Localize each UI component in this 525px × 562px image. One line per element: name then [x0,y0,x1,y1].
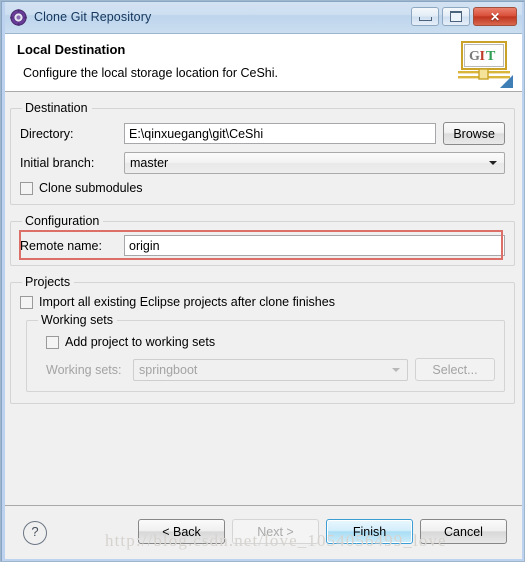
page-description: Configure the local storage location for… [23,66,279,80]
title-bar: Clone Git Repository ✕ [1,1,524,34]
working-sets-label: Working sets: [46,362,122,377]
working-sets-value: springboot [139,362,198,377]
add-project-row[interactable]: Add project to working sets [46,335,495,349]
minimize-button[interactable] [411,7,439,26]
finish-button[interactable]: Finish [326,519,413,544]
projects-group: Projects Import all existing Eclipse pro… [10,275,515,404]
clone-submodules-checkbox[interactable] [20,181,33,195]
import-all-label: Import all existing Eclipse projects aft… [39,295,335,309]
destination-group: Destination Directory: Browse Initial br… [10,101,515,205]
initial-branch-combo[interactable]: master [124,152,505,174]
add-project-label: Add project to working sets [65,335,216,349]
working-sets-row: Working sets: springboot Select... [46,358,495,381]
remote-name-row: Remote name: [20,235,505,256]
import-all-row[interactable]: Import all existing Eclipse projects aft… [20,295,505,309]
working-sets-combo: springboot [133,358,408,381]
svg-text:G: G [469,49,480,64]
window-title: Clone Git Repository [34,10,152,24]
clone-submodules-label: Clone submodules [39,181,143,195]
initial-branch-row: Initial branch: master [20,152,505,174]
initial-branch-value: master [130,156,169,170]
cancel-button[interactable]: Cancel [420,519,507,544]
clone-git-repository-dialog: Clone Git Repository ✕ Local Destination… [0,0,525,562]
wizard-header: Local Destination Configure the local st… [1,34,524,92]
working-sets-legend: Working sets [41,313,114,327]
destination-legend: Destination [25,101,88,115]
svg-text:T: T [486,49,496,64]
chevron-down-icon [392,367,400,372]
maximize-button[interactable] [442,7,470,26]
git-repository-icon [10,8,27,26]
select-working-sets-button: Select... [415,358,495,381]
close-icon: ✕ [489,9,501,24]
next-button: Next > [232,519,319,544]
wizard-body: Destination Directory: Browse Initial br… [1,92,524,505]
directory-row: Directory: Browse [20,122,505,145]
remote-name-label: Remote name: [20,238,102,253]
page-title: Local Destination [17,42,126,57]
remote-name-input[interactable] [124,235,505,256]
minimize-icon [418,17,432,21]
directory-label: Directory: [20,126,74,141]
chevron-down-icon [489,161,497,165]
directory-input[interactable] [124,123,437,144]
close-button[interactable]: ✕ [473,7,517,26]
maximize-icon [450,11,462,22]
browse-button[interactable]: Browse [443,122,505,145]
projects-legend: Projects [25,275,71,289]
configuration-legend: Configuration [25,214,100,228]
import-all-checkbox[interactable] [20,295,33,309]
configuration-group: Configuration Remote name: [10,214,515,266]
window-controls: ✕ [411,7,517,26]
working-sets-group: Working sets Add project to working sets… [26,313,505,392]
initial-branch-label: Initial branch: [20,156,95,170]
git-banner-icon: G I T [452,40,514,90]
add-project-checkbox[interactable] [46,335,59,349]
dialog-footer: ? < Back Next > Finish Cancel [1,505,524,561]
back-button[interactable]: < Back [138,519,225,544]
footer-buttons: < Back Next > Finish Cancel [138,519,507,544]
clone-submodules-row[interactable]: Clone submodules [20,181,505,195]
help-icon[interactable]: ? [23,521,47,545]
svg-text:I: I [480,49,485,64]
